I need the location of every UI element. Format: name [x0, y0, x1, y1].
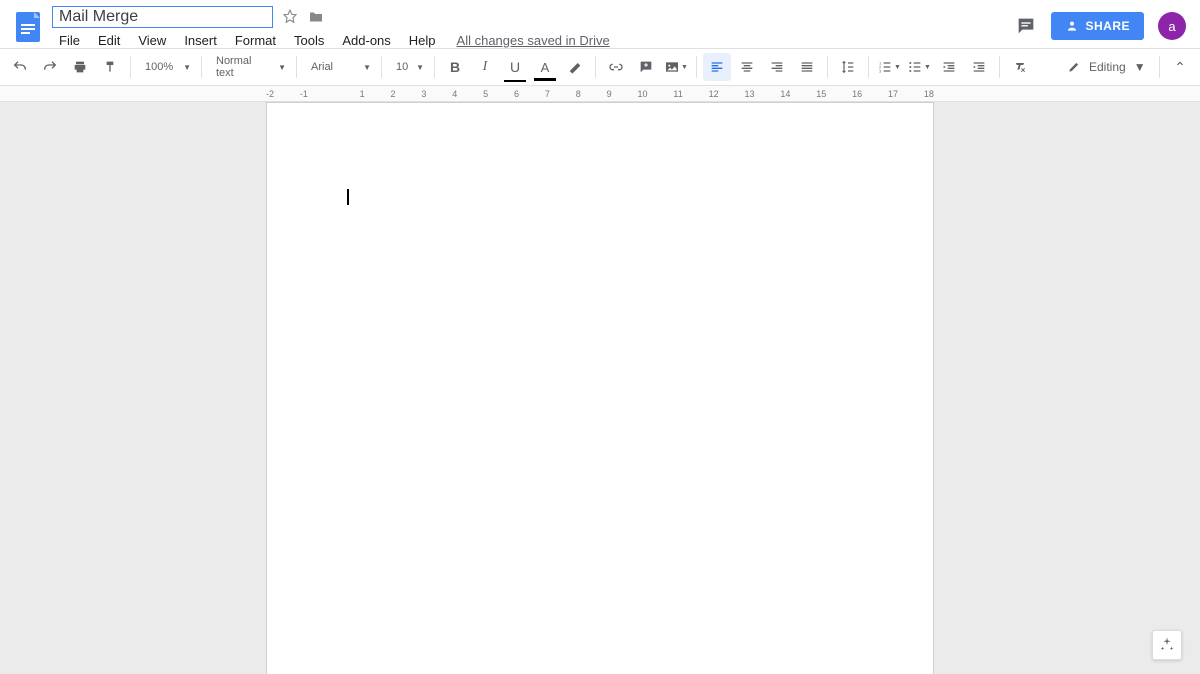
- font-select[interactable]: Arial▼: [303, 53, 375, 81]
- menu-view[interactable]: View: [131, 31, 173, 50]
- document-page[interactable]: [266, 102, 934, 674]
- person-add-icon: [1065, 19, 1079, 33]
- align-center-icon[interactable]: [733, 53, 761, 81]
- ruler-tick: 7: [545, 89, 550, 99]
- menu-insert[interactable]: Insert: [177, 31, 224, 50]
- highlight-color-icon[interactable]: [561, 53, 589, 81]
- horizontal-ruler[interactable]: -2-1123456789101112131415161718: [0, 86, 1200, 102]
- menu-tools[interactable]: Tools: [287, 31, 331, 50]
- ruler-tick: 2: [390, 89, 395, 99]
- dropdown-arrow-icon: ▼: [183, 63, 191, 72]
- ruler-tick: 3: [421, 89, 426, 99]
- dropdown-arrow-icon: ▼: [416, 63, 424, 72]
- share-label: SHARE: [1085, 19, 1130, 33]
- font-size-select[interactable]: 10▼: [388, 53, 428, 81]
- ruler-tick: 10: [637, 89, 647, 99]
- paragraph-style-select[interactable]: Normal text▼: [208, 53, 290, 81]
- ruler-tick: 11: [673, 89, 682, 99]
- pencil-icon: [1067, 60, 1081, 74]
- ruler-tick: 6: [514, 89, 519, 99]
- ruler-tick: 15: [816, 89, 826, 99]
- align-left-icon[interactable]: [703, 53, 731, 81]
- italic-icon[interactable]: I: [471, 53, 499, 81]
- clear-formatting-icon[interactable]: [1006, 53, 1034, 81]
- dropdown-arrow-icon: ▼: [363, 63, 371, 72]
- ruler-tick: 17: [888, 89, 898, 99]
- ruler-tick: -1: [300, 89, 308, 99]
- dropdown-arrow-icon: ▼: [1134, 60, 1146, 74]
- ruler-tick: 14: [780, 89, 790, 99]
- redo-icon[interactable]: [36, 53, 64, 81]
- zoom-select[interactable]: 100%▼: [137, 53, 195, 81]
- menu-edit[interactable]: Edit: [91, 31, 127, 50]
- text-color-icon[interactable]: A: [531, 53, 559, 81]
- save-status[interactable]: All changes saved in Drive: [457, 33, 610, 48]
- star-icon[interactable]: [281, 8, 299, 26]
- dropdown-arrow-icon: ▼: [278, 63, 286, 72]
- undo-icon[interactable]: [6, 53, 34, 81]
- ruler-tick: 18: [924, 89, 934, 99]
- toolbar: 100%▼ Normal text▼ Arial▼ 10▼ B I U A ▼ …: [0, 48, 1200, 86]
- menu-addons[interactable]: Add-ons: [335, 31, 397, 50]
- increase-indent-icon[interactable]: [965, 53, 993, 81]
- ruler-tick: -2: [266, 89, 274, 99]
- folder-icon[interactable]: [307, 8, 325, 26]
- bold-icon[interactable]: B: [441, 53, 469, 81]
- document-title-input[interactable]: [52, 6, 273, 28]
- insert-image-icon[interactable]: ▼: [662, 53, 690, 81]
- align-right-icon[interactable]: [763, 53, 791, 81]
- docs-logo-icon[interactable]: [10, 8, 46, 44]
- line-spacing-icon[interactable]: [834, 53, 862, 81]
- app-header: File Edit View Insert Format Tools Add-o…: [0, 0, 1200, 48]
- ruler-tick: 5: [483, 89, 488, 99]
- menu-format[interactable]: Format: [228, 31, 283, 50]
- menu-help[interactable]: Help: [402, 31, 443, 50]
- align-justify-icon[interactable]: [793, 53, 821, 81]
- ruler-tick: 1: [360, 89, 365, 99]
- comments-icon[interactable]: [1015, 15, 1037, 37]
- print-icon[interactable]: [66, 53, 94, 81]
- title-area: File Edit View Insert Format Tools Add-o…: [52, 6, 1015, 52]
- numbered-list-icon[interactable]: 123▼: [875, 53, 903, 81]
- ruler-tick: 16: [852, 89, 862, 99]
- paint-format-icon[interactable]: [96, 53, 124, 81]
- text-cursor: [347, 189, 349, 205]
- bulleted-list-icon[interactable]: ▼: [905, 53, 933, 81]
- insert-link-icon[interactable]: [602, 53, 630, 81]
- insert-comment-icon[interactable]: [632, 53, 660, 81]
- explore-button[interactable]: [1152, 630, 1182, 660]
- header-right: SHARE a: [1015, 12, 1186, 40]
- underline-icon[interactable]: U: [501, 53, 529, 81]
- ruler-tick: 13: [744, 89, 754, 99]
- explore-icon: [1158, 636, 1176, 654]
- menu-bar: File Edit View Insert Format Tools Add-o…: [52, 28, 1015, 52]
- ruler-tick: 8: [576, 89, 581, 99]
- avatar[interactable]: a: [1158, 12, 1186, 40]
- menu-file[interactable]: File: [52, 31, 87, 50]
- collapse-toolbar-icon[interactable]: ⌃: [1166, 59, 1194, 76]
- editor-canvas: [0, 102, 1200, 674]
- ruler-tick: 4: [452, 89, 457, 99]
- decrease-indent-icon[interactable]: [935, 53, 963, 81]
- editing-mode-select[interactable]: Editing ▼: [1067, 60, 1153, 74]
- ruler-tick: 9: [607, 89, 612, 99]
- ruler-tick: 12: [709, 89, 719, 99]
- share-button[interactable]: SHARE: [1051, 12, 1144, 40]
- svg-text:3: 3: [879, 68, 882, 73]
